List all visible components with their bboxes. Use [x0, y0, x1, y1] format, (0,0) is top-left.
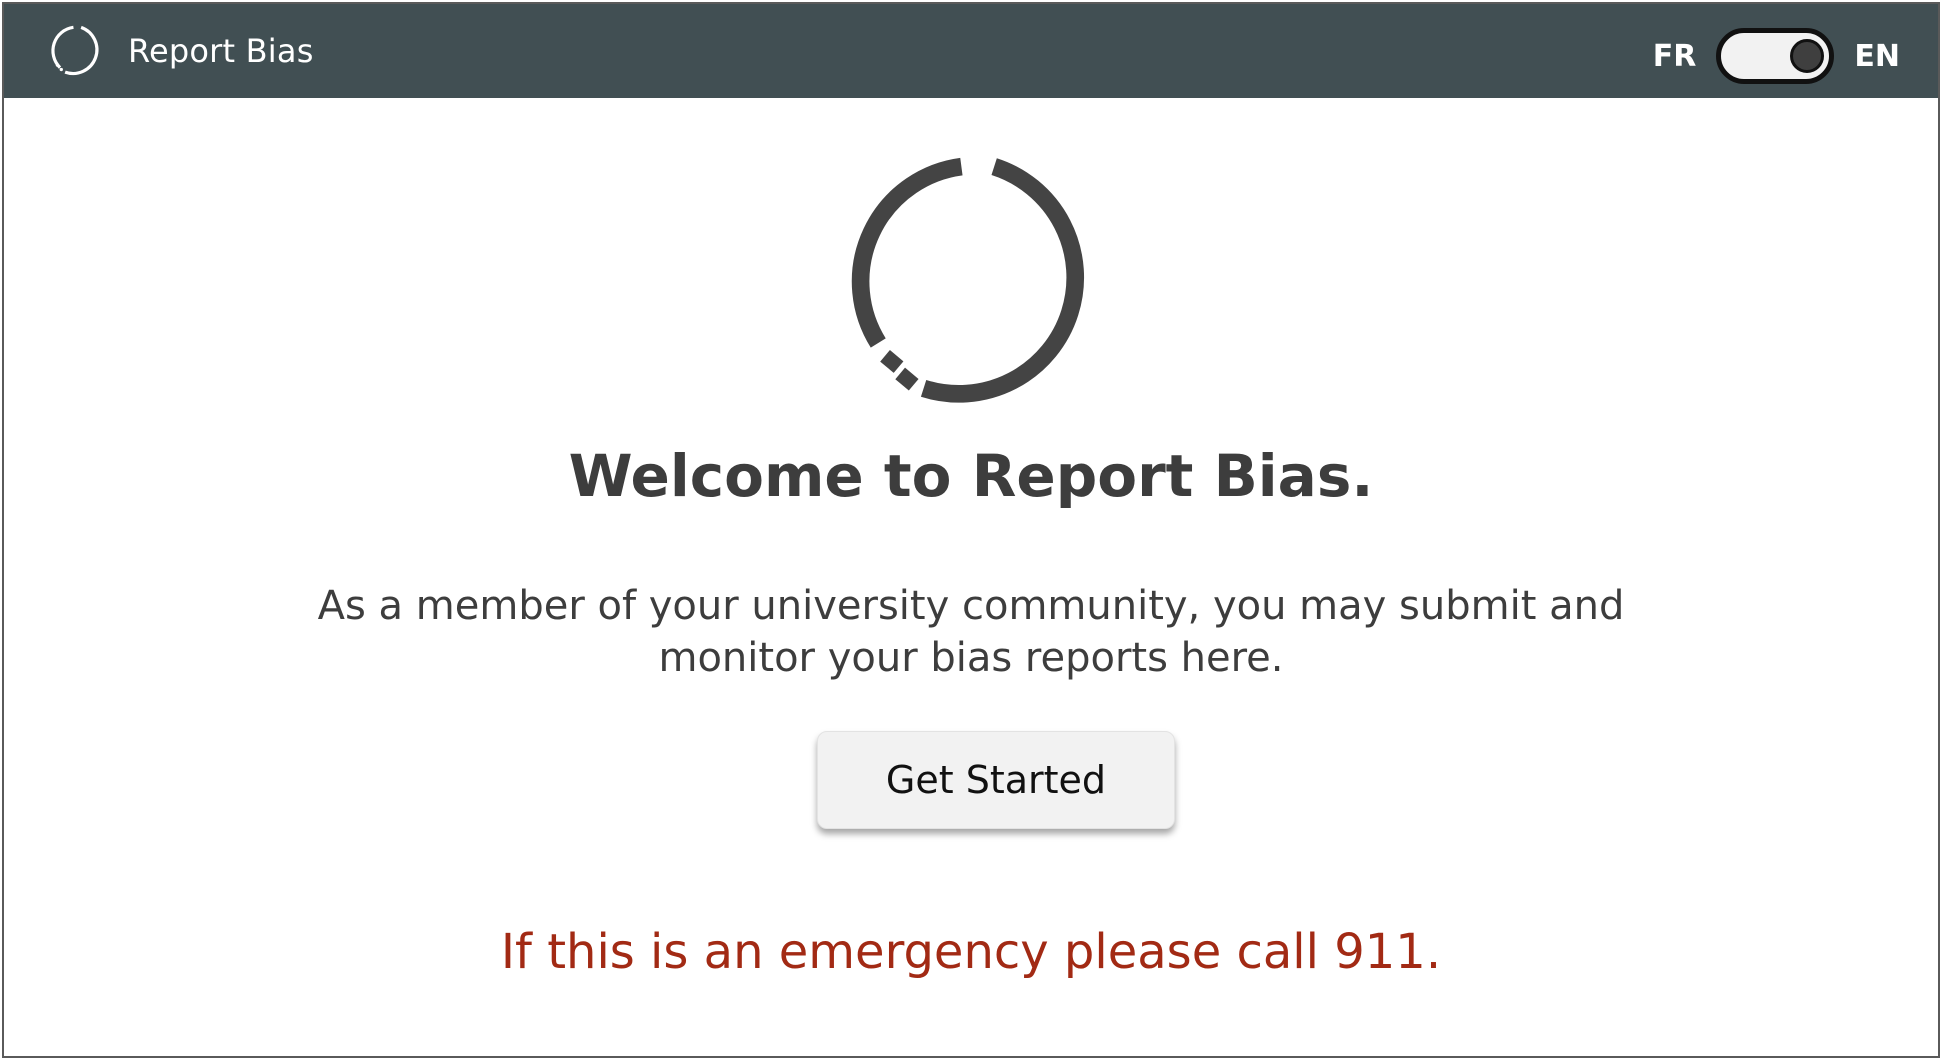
language-fr-label[interactable]: FR: [1653, 39, 1697, 74]
get-started-button[interactable]: Get Started: [817, 731, 1175, 829]
language-toggle[interactable]: [1716, 28, 1835, 84]
welcome-brand: Report Bias: [971, 442, 1352, 510]
top-bar: Report Bias FR EN: [4, 4, 1938, 98]
welcome-prefix: Welcome to: [568, 442, 972, 510]
language-en-label[interactable]: EN: [1854, 39, 1900, 74]
ring-logo-icon: [51, 25, 99, 76]
welcome-heading: Welcome to Report Bias.: [4, 442, 1938, 510]
ring-logo-icon: [851, 157, 1084, 403]
app-title: Report Bias: [128, 32, 314, 70]
app-frame: Report Bias FR EN Welcome to Report Bias…: [2, 2, 1940, 1058]
language-switch: FR EN: [1653, 26, 1900, 86]
toggle-knob: [1790, 39, 1825, 73]
welcome-suffix: .: [1351, 442, 1374, 510]
welcome-description: As a member of your university community…: [317, 583, 1625, 681]
brand[interactable]: Report Bias: [44, 19, 314, 83]
emergency-notice: If this is an emergency please call 911.: [500, 924, 1442, 980]
